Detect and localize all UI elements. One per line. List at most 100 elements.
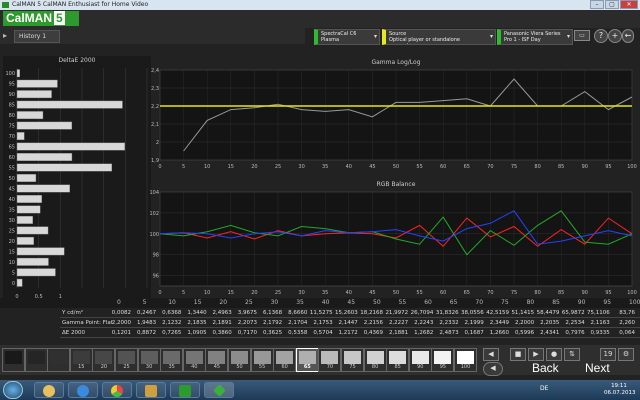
patch-swatch-75[interactable]: 75: [341, 348, 364, 372]
system-clock[interactable]: 19:11 06.07.2013: [604, 383, 636, 397]
deltae-y-tick: 65: [9, 145, 15, 151]
next-button[interactable]: Next: [585, 362, 610, 375]
taskbar-calman-icon[interactable]: [170, 382, 200, 398]
maximize-button[interactable]: ▢: [605, 0, 619, 9]
patch-swatch-70[interactable]: 70: [318, 348, 342, 372]
record-icon[interactable]: ●: [546, 348, 562, 361]
patch-swatch-30[interactable]: 30: [137, 348, 161, 372]
rgb-y-tick: 98: [153, 253, 159, 259]
patch-swatch-color: [389, 351, 407, 364]
rgb-balance-chart: RGB Balance 104 102 100 98 96 0 5 10 15 20 25 30 35 40…: [150, 178, 640, 302]
history-arrow-icon[interactable]: ▸: [3, 31, 7, 40]
table-cell: 2,2243: [414, 320, 434, 326]
table-cell: 51,1415: [511, 310, 535, 316]
patch-swatch-20[interactable]: 20: [92, 348, 116, 372]
table-x-label: 40: [321, 299, 330, 306]
rgb-x-tick: 60: [440, 290, 446, 296]
table-cell: 2,2035: [540, 320, 560, 326]
gamma-x-tick: 5: [182, 164, 185, 170]
patch-swatch-label: 100: [460, 364, 471, 370]
patch-swatch-90[interactable]: 90: [408, 348, 432, 372]
taskbar-explorer-folder-icon[interactable]: [136, 382, 166, 398]
meter-dropdown[interactable]: SpectraCal C6 Plasma ▾: [314, 29, 380, 45]
window-title: CalMAN 5 CalMAN Enthusiast for Home Vide…: [12, 1, 149, 8]
left-scroll-icon[interactable]: ◀: [483, 348, 499, 361]
settings-icon[interactable]: ⚙: [618, 348, 634, 361]
gamma-x-tick: 0: [158, 164, 161, 170]
table-cell: 2,4341: [540, 330, 560, 336]
gamma-x-tick: 70: [487, 164, 493, 170]
table-cell: 2,3449: [489, 320, 509, 326]
deltae-y-tick: 10: [9, 260, 15, 266]
table-cell: 58,4479: [536, 310, 560, 316]
rgb-x-tick: 40: [346, 290, 352, 296]
taskbar-chrome-icon[interactable]: [102, 382, 132, 398]
help-icon[interactable]: ?: [594, 29, 608, 43]
rgb-x-tick: 30: [298, 290, 304, 296]
patch-swatch-60[interactable]: 60: [273, 348, 297, 372]
play-icon[interactable]: ▶: [528, 348, 544, 361]
reorder-icon[interactable]: ⇅: [564, 348, 580, 361]
add-icon[interactable]: +: [608, 29, 622, 43]
deltae-y-tick: 0: [12, 281, 15, 287]
deltae-y-tick: 30: [9, 218, 15, 224]
patch-swatch-10[interactable]: [47, 348, 71, 372]
table-row: Gamma Point: Flat 2,2000 1,9483 2,1232 2,183…: [60, 319, 640, 328]
monitor-icon[interactable]: ▭: [574, 30, 590, 41]
patch-swatch-80[interactable]: 80: [363, 348, 387, 372]
deltae-y-tick: 55: [9, 166, 15, 172]
source-dropdown-line2: Optical player or standalone generator: [389, 37, 460, 44]
patch-swatch-40[interactable]: 40: [182, 348, 206, 372]
gamma-x-tick: 90: [582, 164, 588, 170]
gamma-chart: Gamma Log/Log 2,4 2,3 2,2 2,1 2 1,9 0 5 10 15 20 25 3…: [150, 56, 640, 176]
table-cell: 0,6368: [162, 310, 182, 316]
patch-swatch-100[interactable]: 100: [454, 348, 477, 372]
display-dropdown[interactable]: Panasonic Viera Series Pro 1 - ISF Day ▾: [497, 29, 573, 45]
minimize-button[interactable]: –: [590, 0, 604, 9]
table-cell: 0,4369: [363, 330, 383, 336]
rgb-x-tick: 0: [158, 290, 161, 296]
close-button[interactable]: ✕: [620, 0, 638, 9]
table-cell: 2,1704: [288, 320, 308, 326]
taskbar-explorer-icon[interactable]: [34, 382, 64, 398]
patch-swatch-label: 45: [213, 364, 221, 370]
gamma-x-tick: 15: [228, 164, 234, 170]
tab-history-1[interactable]: History 1: [14, 30, 60, 43]
deltae-bar: [16, 195, 42, 203]
back-icon[interactable]: ←: [622, 29, 634, 43]
patch-swatch-0[interactable]: [2, 348, 25, 372]
patch-swatch-25[interactable]: 25: [115, 348, 138, 372]
deltae-chart: DeltaE 2000 100 95 90 85 80 75 70 65 60 55 50 45 40 3…: [3, 56, 151, 300]
back-button[interactable]: Back: [532, 362, 559, 375]
patch-swatch-5[interactable]: [24, 348, 48, 372]
table-x-label: 55: [398, 299, 407, 306]
gamma-title: Gamma Log/Log: [371, 59, 420, 66]
table-cell: 1,2172: [338, 330, 358, 336]
prev-arrow-icon[interactable]: ◀: [483, 362, 503, 376]
table-x-label: 100: [629, 299, 640, 306]
table-cell: 1,3440: [187, 310, 207, 316]
deltae-y-tick: 60: [9, 155, 15, 161]
start-button[interactable]: [3, 381, 23, 399]
table-cell: 2,1753: [313, 320, 333, 326]
patch-swatch-85[interactable]: 85: [386, 348, 410, 372]
patch-swatch-65[interactable]: 65: [295, 348, 319, 372]
taskbar-ie-icon[interactable]: [68, 382, 98, 398]
patch-swatch-35[interactable]: 35: [160, 348, 184, 372]
patch-swatch-55[interactable]: 55: [250, 348, 274, 372]
table-cell: 0,5358: [288, 330, 308, 336]
deltae-bar: [16, 90, 52, 99]
stop-icon[interactable]: ■: [510, 348, 526, 361]
language-indicator[interactable]: DE: [540, 385, 548, 392]
table-cell: 0,5704: [313, 330, 333, 336]
channel-icon[interactable]: 19: [600, 348, 616, 361]
patch-swatch-95[interactable]: 95: [431, 348, 455, 372]
source-dropdown[interactable]: Source Optical player or standalone gene…: [382, 29, 496, 45]
table-cell: 2,4873: [439, 330, 459, 336]
patch-swatch-45[interactable]: 45: [205, 348, 229, 372]
table-cell: 18,2168: [360, 310, 383, 316]
patch-swatch-label: 60: [281, 364, 288, 370]
patch-swatch-15[interactable]: 15: [69, 348, 93, 372]
patch-swatch-50[interactable]: 50: [228, 348, 251, 372]
taskbar-active-icon[interactable]: [204, 382, 234, 398]
